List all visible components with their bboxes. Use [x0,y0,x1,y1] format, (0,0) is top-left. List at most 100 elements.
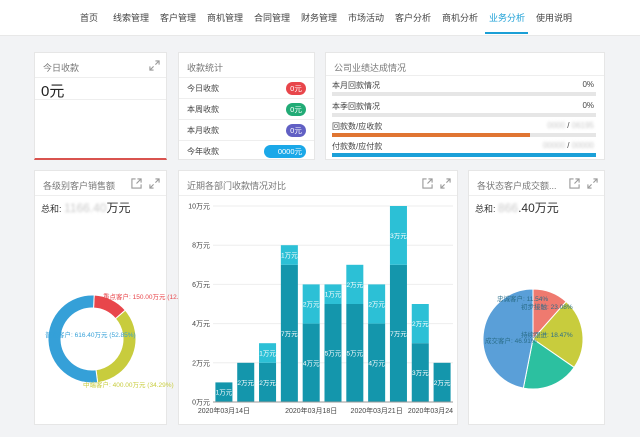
card-divider [35,195,166,196]
bar-value-label: 1万元 [325,291,342,299]
nav-marketing[interactable]: 市场活动 [348,11,384,24]
perf-row-label: 回款数/应收款 [332,122,383,131]
nav-customer-analysis[interactable]: 客户分析 [395,11,431,24]
bar-value-label: 2万元 [434,379,451,387]
status-deals-card: 各状态客户成交额... 总和: 866.40万元 忠诚客户: 11.54% 初步接… [468,170,605,425]
top-nav: 首页 线索管理 客户管理 商机管理 合同管理 财务管理 市场活动 客户分析 商机… [0,0,640,36]
card-divider [179,195,457,196]
receivable-amount: 06195 [571,121,594,130]
status-deals-title: 各状态客户成交额... [477,181,557,191]
bar-value-label: 1万元 [281,252,298,260]
row-divider [179,140,314,141]
perf-row-value: 00000 / 00000 [542,141,594,150]
dept-collection-title: 近期各部门收款情况对比 [187,181,287,191]
perf-row-value: 0000 / 06195 [547,121,594,130]
card-divider [326,75,604,76]
progress-track [332,153,596,157]
slice-label: 普通客户: 616.40万元 (52.85%) [45,330,136,339]
y-tick-label: 4万元 [192,320,210,328]
x-tick-label: 2020年03月18日 [285,406,337,415]
bar-value-label: 2万元 [303,301,320,309]
week-label: 本周收款 [187,105,219,114]
nav-opportunities[interactable]: 商机管理 [207,11,243,24]
nav-help[interactable]: 使用说明 [536,11,572,24]
today-collection-card: 今日收款 0元 [34,52,167,160]
payable-amount: 00000 [571,141,594,150]
dept-collection-card: 近期各部门收款情况对比 0万元 2万元 4万元 6万元 8万元 10万元 1万元 2万元 2万元… [178,170,458,425]
level-sales-total-amount: 1166.40 [64,201,107,215]
external-link-icon[interactable] [131,178,142,189]
slice-label: 忠诚客户: 11.54% [497,294,548,303]
received-amount: 0000 [547,121,566,130]
month-label: 本月收款 [187,126,219,135]
card-divider [35,99,166,100]
bar-value-label: 2万元 [259,379,276,387]
progress-fill [332,133,530,137]
bar-value-label: 4万元 [368,359,385,367]
bar-value-label: 7万元 [390,330,407,338]
bar-value-label: 4万元 [303,359,320,367]
nav-leads[interactable]: 线索管理 [113,11,149,24]
bar-value-label: 3万元 [390,232,407,240]
expand-icon[interactable] [440,178,451,189]
card-divider [35,77,166,78]
bar-value-label: 2万元 [368,301,385,309]
bar-value-label: 5万元 [347,350,364,358]
perf-row-value: 0% [582,101,594,110]
expand-icon[interactable] [587,178,598,189]
today-label: 今日收款 [187,84,219,93]
nav-opportunity-analysis[interactable]: 商机分析 [442,11,478,24]
x-tick-label: 2020年03月14日 [198,406,250,415]
bar-value-label: 3万元 [412,369,429,377]
nav-active-indicator [485,32,528,34]
dept-collection-bar-chart: 0万元 2万元 4万元 6万元 8万元 10万元 1万元 2万元 2万元 1万元 7万元 1万元 4万元… [188,203,453,416]
status-deals-total-amount: 866 [498,201,519,215]
level-sales-total-unit: 万元 [106,201,131,215]
bar-value-label: 2万元 [412,320,429,328]
collection-stats-title: 收款统计 [187,63,224,73]
progress-track [332,92,596,96]
level-sales-total: 总和: 1166.40万元 [41,201,131,215]
status-deals-pie-chart: 忠诚客户: 11.54%初步接触: 23.08%持续跟进: 18.47%成交客户… [482,288,584,390]
bar-value-label: 2万元 [237,379,254,387]
external-link-icon[interactable] [422,178,433,189]
bar-value-label: 7万元 [281,330,298,338]
expand-icon[interactable] [149,178,160,189]
slice-label: 初步接触: 23.08% [521,302,573,311]
slice-label: 中端客户: 400.00万元 (34.29%) [83,380,174,389]
y-tick-label: 0万元 [192,399,210,407]
card-divider [179,77,314,78]
x-tick-label: 2020年03月24 [408,406,453,415]
bar-value-label: 5万元 [325,350,342,358]
bar-value-label: 1万元 [216,389,233,397]
level-sales-donut-chart: 重点客户: 150.00万元 (12.86%)中端客户: 400.00万元 (3… [45,292,194,389]
row-divider [179,119,314,120]
slice-label: 成交客户: 46.91% [485,336,537,345]
bar-value-label: 2万元 [347,281,364,289]
y-tick-label: 6万元 [192,281,210,289]
level-sales-card: 各级别客户销售额 总和: 1166.40万元 重点客户: 150.00万元 (1… [34,170,194,425]
week-badge: 0元 [286,103,306,116]
nav-home[interactable]: 首页 [80,11,98,24]
today-collection-title: 今日收款 [43,63,80,73]
nav-customers[interactable]: 客户管理 [160,11,196,24]
nav-finance[interactable]: 财务管理 [301,11,337,24]
year-badge: 0000元 [264,145,306,158]
performance-card: 公司业绩达成情况 本月回款情况 0% 本季回款情况 0% 回款数/应收款 000… [325,52,605,160]
month-badge: 0元 [286,124,306,137]
progress-fill [332,153,596,157]
x-tick-label: 2020年03月21日 [351,406,403,415]
progress-track [332,133,596,137]
nav-contracts[interactable]: 合同管理 [254,11,290,24]
pie-slice[interactable] [95,309,137,384]
perf-row-label: 付款数/应付款 [332,142,383,151]
nav-business-analysis[interactable]: 业务分析 [489,11,525,24]
perf-row-label: 本季回款情况 [332,102,380,111]
bar-value-label: 1万元 [259,350,276,358]
expand-icon[interactable] [149,60,160,71]
today-badge: 0元 [286,82,306,95]
external-link-icon[interactable] [569,178,580,189]
perf-row-label: 本月回款情况 [332,81,380,90]
pie-slice[interactable] [47,294,99,384]
y-tick-label: 10万元 [188,203,210,211]
